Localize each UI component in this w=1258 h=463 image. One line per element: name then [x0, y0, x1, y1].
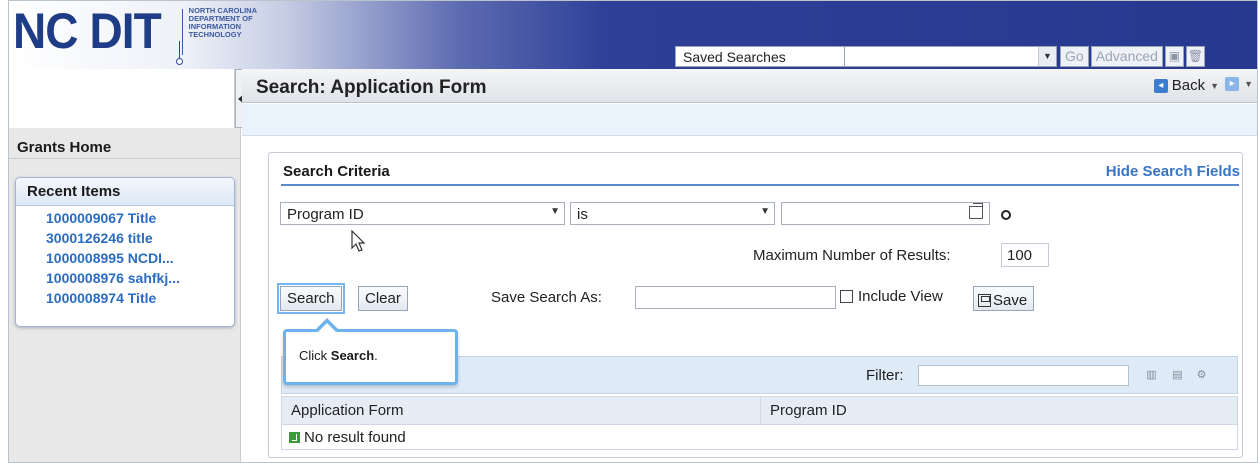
search-criteria-title: Search Criteria — [283, 163, 390, 180]
logo-subtext: NORTH CAROLINA DEPARTMENT OF INFORMATION… — [188, 6, 257, 39]
recent-items-list: 1000009067 Title 3000126246 title 100000… — [16, 206, 234, 308]
saved-searches-label: Saved Searches — [675, 45, 845, 67]
nc-dit-logo: NC DIT NORTH CAROLINA DEPARTMENT OF INFO… — [13, 3, 257, 63]
print-icon[interactable]: ▤ — [1170, 368, 1185, 382]
recent-item[interactable]: 1000008995 NCDI... — [16, 248, 234, 268]
advanced-button[interactable]: Advanced — [1090, 45, 1163, 67]
recent-item[interactable]: 3000126246 title — [16, 228, 234, 248]
floppy-disk-icon — [978, 293, 991, 307]
operator-select[interactable]: is ▼ — [570, 202, 775, 225]
back-label: Back — [1171, 77, 1206, 94]
chevron-down-icon[interactable]: ▼ — [550, 206, 560, 217]
forward-button[interactable]: ▸ ▼ — [1225, 77, 1253, 91]
include-view-checkbox[interactable] — [840, 290, 853, 303]
chevron-down-icon[interactable]: ▼ — [760, 206, 770, 217]
chevron-down-icon[interactable]: ▼ — [1038, 46, 1056, 66]
callout-text: Click Search. — [299, 348, 378, 363]
search-button[interactable]: Search — [277, 283, 345, 314]
field-select[interactable]: Program ID ▼ — [280, 202, 565, 225]
table-row: No result found — [281, 424, 1238, 450]
logo-mark: NC DIT — [13, 3, 162, 59]
back-arrow-icon: ◂ — [1153, 78, 1168, 93]
chart-icon[interactable]: ▥ — [1144, 368, 1159, 382]
toolbar-strip — [242, 104, 1257, 136]
chevron-down-icon[interactable]: ▼ — [1244, 79, 1253, 89]
go-button[interactable]: Go — [1060, 45, 1089, 67]
table-header-row: Application Form Program ID — [281, 396, 1238, 425]
edit-saved-search-icon[interactable]: ▣ — [1164, 45, 1184, 67]
recent-item[interactable]: 1000008976 sahfkj... — [16, 268, 234, 288]
recent-items-title: Recent Items — [16, 178, 234, 206]
main-content: Search: Application Form ◂ Back ▼ ▸ ▼ Se… — [242, 69, 1257, 462]
column-header-application-form[interactable]: Application Form — [281, 396, 761, 425]
recent-items-panel: Recent Items 1000009067 Title 3000126246… — [15, 177, 235, 327]
results-table: Application Form Program ID No result fo… — [281, 396, 1238, 450]
instruction-callout: Click Search. — [283, 318, 458, 385]
hide-search-fields-link[interactable]: Hide Search Fields — [1106, 163, 1240, 180]
remove-criteria-icon[interactable] — [1001, 210, 1011, 220]
filter-input[interactable] — [918, 365, 1129, 386]
save-button[interactable]: Save — [973, 286, 1035, 311]
left-navigation: Grants Home Recent Items 1000009067 Titl… — [9, 69, 247, 462]
trash-icon[interactable]: 🗑 — [1185, 45, 1205, 67]
forward-arrow-icon: ▸ — [1225, 77, 1240, 91]
recent-item[interactable]: 1000009067 Title — [16, 208, 234, 228]
mouse-pointer-icon — [351, 230, 366, 252]
search-criteria-panel: Search Criteria Hide Search Fields Progr… — [268, 152, 1243, 458]
value-input[interactable] — [781, 202, 990, 225]
no-results-message: No result found — [281, 424, 1238, 450]
lookup-icon[interactable] — [969, 203, 983, 219]
grants-home-link[interactable]: Grants Home — [9, 139, 241, 159]
saved-searches-bar: Saved Searches ▼ Go Advanced ▣ 🗑 — [675, 45, 1205, 67]
save-search-as-input[interactable] — [635, 286, 836, 309]
chevron-down-icon[interactable]: ▼ — [1210, 81, 1219, 91]
info-icon — [289, 431, 300, 443]
saved-searches-select[interactable]: ▼ — [845, 45, 1057, 67]
back-button[interactable]: ◂ Back ▼ — [1153, 77, 1219, 94]
app-window: NC DIT NORTH CAROLINA DEPARTMENT OF INFO… — [8, 0, 1258, 463]
save-search-as-label: Save Search As: — [491, 289, 602, 306]
settings-icon[interactable]: ⚙ — [1194, 368, 1209, 382]
column-header-program-id[interactable]: Program ID — [760, 396, 1238, 425]
page-title: Search: Application Form — [256, 77, 487, 98]
page-title-bar: Search: Application Form ◂ Back ▼ ▸ ▼ — [242, 69, 1257, 103]
max-results-input[interactable]: 100 — [1001, 243, 1049, 267]
filter-label: Filter: — [866, 367, 904, 384]
max-results-label: Maximum Number of Results: — [753, 247, 951, 264]
recent-item[interactable]: 1000008974 Title — [16, 288, 234, 308]
app-header: NC DIT NORTH CAROLINA DEPARTMENT OF INFO… — [9, 1, 1257, 69]
clear-button[interactable]: Clear — [358, 286, 408, 311]
include-view-label: Include View — [858, 288, 943, 305]
